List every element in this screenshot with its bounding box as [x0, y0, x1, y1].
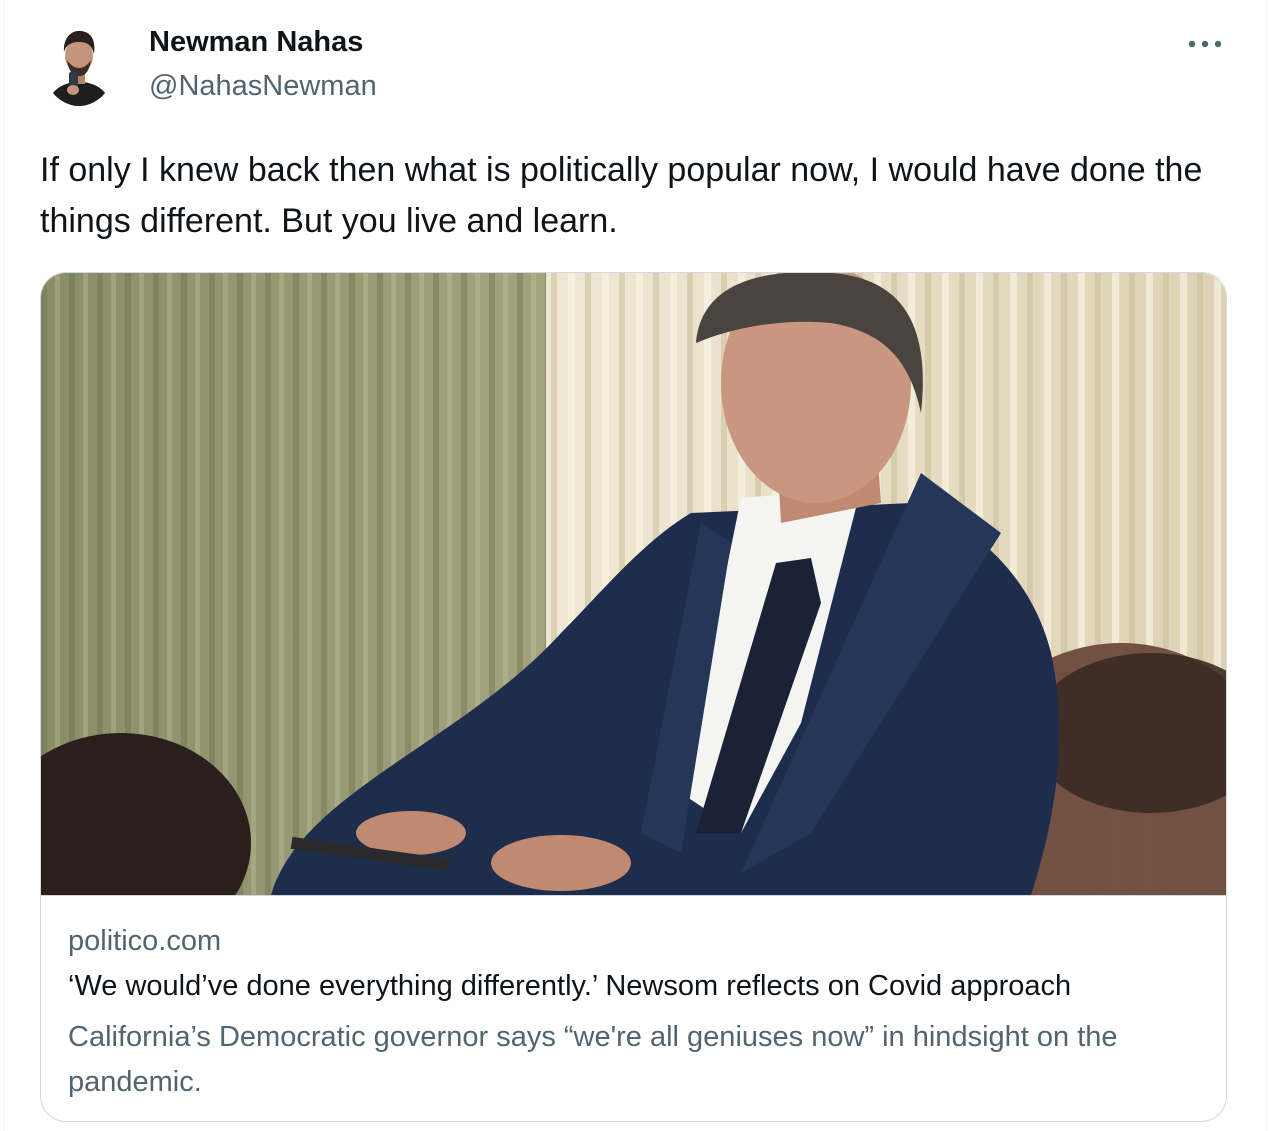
tweet: Newman Nahas @NahasNewman If only I knew…	[4, 0, 1267, 1131]
link-card-image[interactable]	[41, 273, 1226, 896]
link-card[interactable]: politico.com ‘We would’ve done everythin…	[40, 272, 1227, 1122]
more-options-button[interactable]	[1181, 26, 1229, 62]
avatar[interactable]	[43, 22, 115, 106]
author-handle[interactable]: @NahasNewman	[149, 70, 377, 103]
profile-photo-icon	[43, 22, 115, 106]
link-card-title: ‘We would’ve done everything differently…	[68, 970, 1072, 1002]
link-card-description: California’s Democratic governor says “w…	[68, 1021, 1118, 1098]
author-display-name[interactable]: Newman Nahas	[149, 26, 363, 59]
link-card-domain: politico.com	[68, 925, 222, 957]
tweet-text: If only I knew back then what is politic…	[40, 151, 1203, 240]
photo-man-in-suit-seated-icon	[41, 273, 1226, 895]
more-horizontal-icon	[1188, 40, 1222, 48]
